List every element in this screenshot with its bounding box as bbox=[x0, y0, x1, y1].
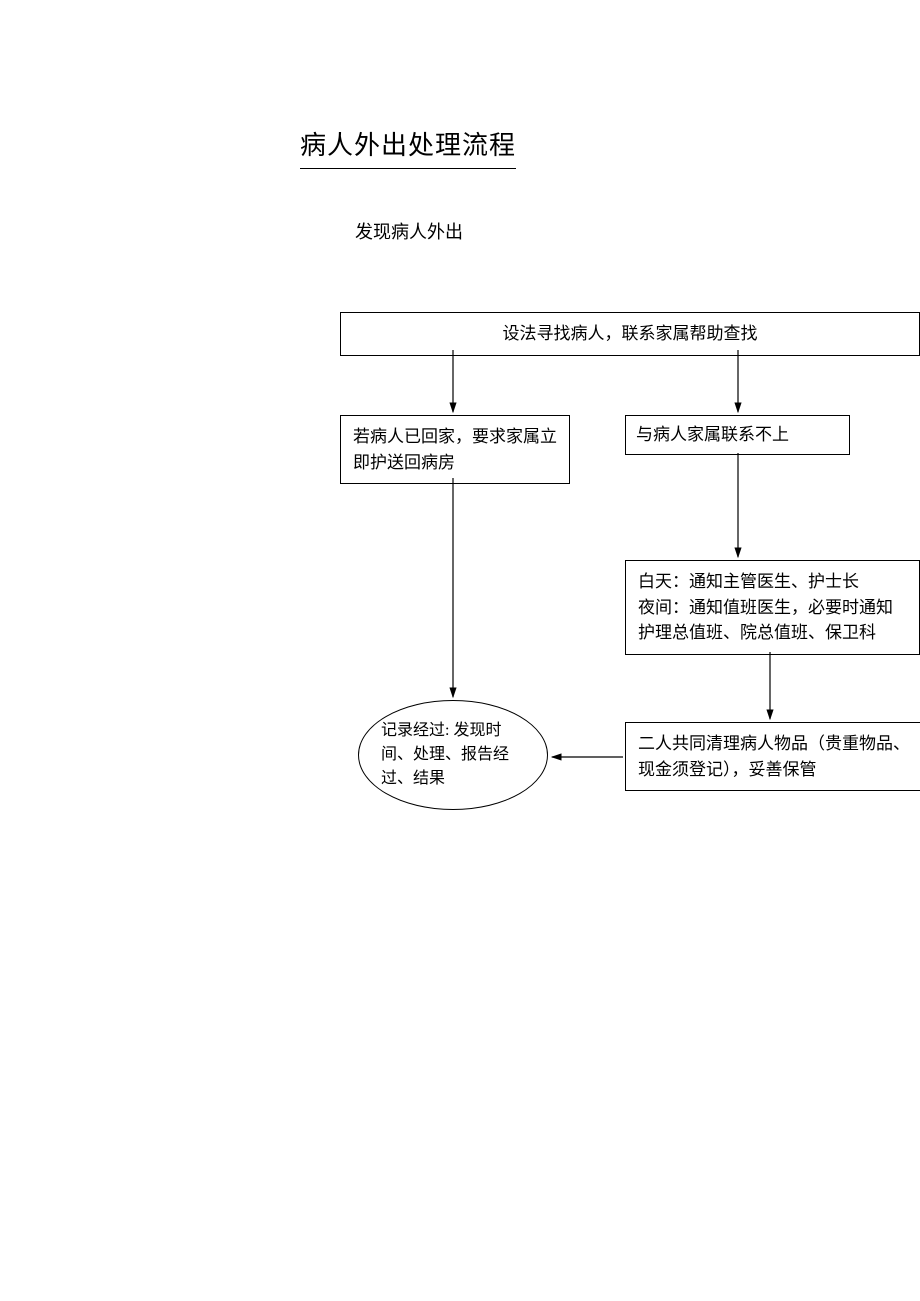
node-search-patient: 设法寻找病人，联系家属帮助查找 bbox=[340, 312, 920, 356]
start-node-label: 发现病人外出 bbox=[355, 218, 463, 244]
node-record-text: 记录经过: 发现时间、处理、报告经过、结果 bbox=[381, 719, 525, 791]
node-record: 记录经过: 发现时间、处理、报告经过、结果 bbox=[358, 700, 548, 810]
node-notify: 白天：通知主管医生、护士长 夜间：通知值班医生，必要时通知护理总值班、院总值班、… bbox=[625, 560, 920, 655]
node-clean-items: 二人共同清理病人物品（贵重物品、现金须登记），妥善保管 bbox=[625, 722, 920, 791]
node-home: 若病人已回家，要求家属立即护送回病房 bbox=[340, 415, 570, 484]
node-no-contact: 与病人家属联系不上 bbox=[625, 415, 850, 455]
diagram-title: 病人外出处理流程 bbox=[300, 125, 516, 169]
